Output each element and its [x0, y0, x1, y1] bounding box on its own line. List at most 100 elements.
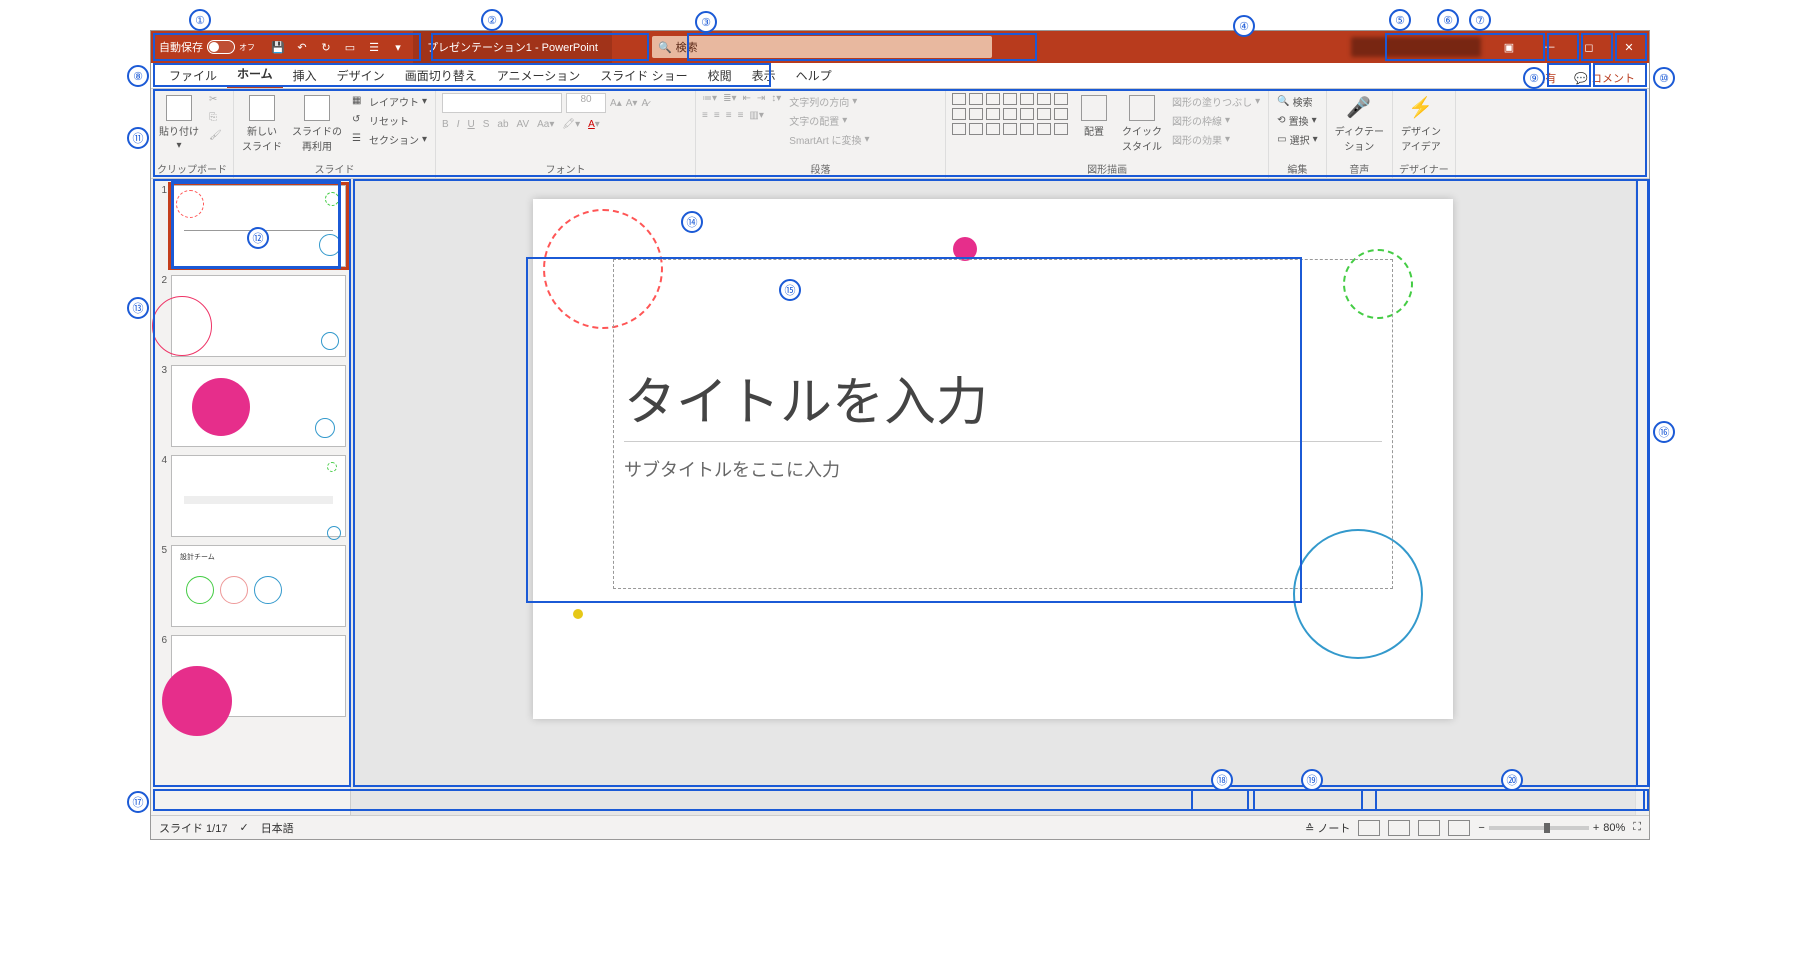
increase-font-icon[interactable]: A▴: [610, 98, 622, 109]
font-family-dropdown[interactable]: [442, 93, 562, 113]
spell-check-icon[interactable]: ✓: [239, 821, 248, 834]
slideshow-view-icon[interactable]: [1448, 820, 1470, 836]
shape-outline-button[interactable]: 図形の枠線 ▾: [1170, 112, 1262, 129]
qat-more-icon[interactable]: ▾: [389, 38, 407, 56]
from-beginning-icon[interactable]: ▭: [341, 38, 359, 56]
align-center-icon[interactable]: ≡: [714, 110, 720, 121]
copy-button[interactable]: ⎘: [207, 111, 225, 127]
normal-view-icon[interactable]: [1358, 820, 1380, 836]
group-font: 80 A▴ A▾ A̷ B I U S ab AV Aa▾ 🖍▾ A▾ フォン: [436, 89, 696, 178]
select-button[interactable]: ▭ 選択 ▾: [1275, 131, 1319, 148]
bold-button[interactable]: B: [442, 119, 449, 130]
format-painter-button[interactable]: 🖌: [207, 129, 225, 145]
reuse-slide-button[interactable]: スライドの 再利用: [290, 93, 344, 155]
italic-button[interactable]: I: [457, 119, 460, 130]
cut-button[interactable]: ✂: [207, 93, 225, 109]
tab-view[interactable]: 表示: [742, 63, 786, 88]
callout-15: ⑮: [779, 279, 801, 301]
touch-mode-icon[interactable]: ☰: [365, 38, 383, 56]
slide-counter[interactable]: スライド 1/17: [159, 820, 227, 836]
shadow-button[interactable]: ab: [497, 119, 508, 130]
text-direction-button[interactable]: 文字列の方向 ▾: [787, 93, 871, 110]
layout-button[interactable]: ▦レイアウト ▾: [350, 93, 429, 110]
zoom-slider[interactable]: − + 80%: [1478, 822, 1625, 834]
autosave-toggle[interactable]: 自動保存 オフ: [151, 39, 263, 55]
smartart-button[interactable]: SmartArt に変換 ▾: [787, 131, 871, 148]
fit-window-icon[interactable]: ⛶: [1633, 821, 1641, 834]
comments-button[interactable]: 💬コメント: [1568, 68, 1641, 88]
vertical-scrollbar[interactable]: [1635, 179, 1649, 815]
title-text[interactable]: タイトルを入力: [624, 360, 1382, 442]
reading-view-icon[interactable]: [1418, 820, 1440, 836]
font-size-dropdown[interactable]: 80: [566, 93, 606, 113]
font-color-button[interactable]: A▾: [588, 119, 600, 130]
notes-button[interactable]: ≙ ノート: [1305, 820, 1350, 836]
thumbnail-5[interactable]: 設計チーム: [171, 545, 346, 627]
thumbnail-6[interactable]: [171, 635, 346, 717]
highlight-button[interactable]: 🖍▾: [562, 119, 580, 130]
group-voice: 🎤ディクテー ション 音声: [1327, 89, 1393, 178]
zoom-out-icon[interactable]: −: [1478, 822, 1484, 834]
shapes-gallery[interactable]: [952, 93, 1068, 135]
user-account[interactable]: [1351, 37, 1481, 57]
close-icon[interactable]: ✕: [1609, 31, 1649, 63]
quick-style-button[interactable]: クイック スタイル: [1120, 93, 1164, 155]
title-placeholder[interactable]: タイトルを入力 サブタイトルをここに入力: [613, 259, 1393, 589]
clear-format-icon[interactable]: A̷: [641, 98, 648, 109]
section-button[interactable]: ☰セクション ▾: [350, 131, 429, 148]
save-icon[interactable]: 💾: [269, 38, 287, 56]
title-bar: 自動保存 オフ 💾 ↶ ↻ ▭ ☰ ▾ プレゼンテーション1 - PowerPo…: [151, 31, 1649, 63]
replace-button[interactable]: ⟲ 置換 ▾: [1275, 112, 1319, 129]
justify-icon[interactable]: ≡: [738, 110, 744, 121]
subtitle-text[interactable]: サブタイトルをここに入力: [624, 456, 1382, 482]
tab-home[interactable]: ホーム: [227, 61, 283, 88]
columns-icon[interactable]: ▥▾: [749, 110, 763, 121]
tab-review[interactable]: 校閲: [698, 63, 742, 88]
indent-inc-icon[interactable]: ⇥: [757, 93, 765, 104]
shape-fill-button[interactable]: 図形の塗りつぶし ▾: [1170, 93, 1262, 110]
indent-dec-icon[interactable]: ⇤: [742, 93, 750, 104]
case-button[interactable]: Aa▾: [537, 119, 554, 130]
underline-button[interactable]: U: [467, 119, 474, 130]
paste-button[interactable]: 貼り付け▾: [157, 93, 201, 153]
arrange-button[interactable]: 配置: [1074, 93, 1114, 140]
ribbon-display-icon[interactable]: ▣: [1489, 31, 1529, 63]
dictate-button[interactable]: 🎤ディクテー ション: [1333, 93, 1386, 155]
spacing-button[interactable]: AV: [517, 119, 530, 130]
text-align-button[interactable]: 文字の配置 ▾: [787, 112, 871, 129]
align-right-icon[interactable]: ≡: [726, 110, 732, 121]
decrease-font-icon[interactable]: A▾: [626, 98, 638, 109]
tab-help[interactable]: ヘルプ: [786, 63, 842, 88]
maximize-icon[interactable]: ◻: [1569, 31, 1609, 63]
thumbnail-2[interactable]: [171, 275, 346, 357]
thumbnail-4[interactable]: [171, 455, 346, 537]
zoom-in-icon[interactable]: +: [1593, 822, 1599, 834]
zoom-value[interactable]: 80%: [1603, 822, 1625, 834]
search-box[interactable]: 🔍 検索: [652, 36, 992, 58]
thumbnail-3[interactable]: [171, 365, 346, 447]
undo-icon[interactable]: ↶: [293, 38, 311, 56]
design-ideas-button[interactable]: ⚡デザイン アイデア: [1399, 93, 1443, 155]
strike-button[interactable]: S: [483, 119, 490, 130]
sorter-view-icon[interactable]: [1388, 820, 1410, 836]
thumbnail-1[interactable]: [171, 185, 346, 267]
language-status[interactable]: 日本語: [261, 820, 294, 836]
search-placeholder: 検索: [676, 39, 698, 55]
tab-design[interactable]: デザイン: [327, 63, 395, 88]
tab-transitions[interactable]: 画面切り替え: [395, 63, 487, 88]
bullets-icon[interactable]: ≔▾: [702, 93, 717, 104]
redo-icon[interactable]: ↻: [317, 38, 335, 56]
tab-slideshow[interactable]: スライド ショー: [590, 63, 697, 88]
find-button[interactable]: 🔍 検索: [1275, 93, 1319, 110]
line-spacing-icon[interactable]: ↕▾: [771, 93, 781, 104]
align-left-icon[interactable]: ≡: [702, 110, 708, 121]
tab-file[interactable]: ファイル: [159, 63, 227, 88]
tab-insert[interactable]: 挿入: [283, 63, 327, 88]
shape-effects-button[interactable]: 図形の効果 ▾: [1170, 131, 1262, 148]
numbering-icon[interactable]: ≣▾: [723, 93, 736, 104]
slide-canvas[interactable]: タイトルを入力 サブタイトルをここに入力: [351, 179, 1635, 815]
tab-animations[interactable]: アニメーション: [487, 63, 591, 88]
minimize-icon[interactable]: —: [1529, 31, 1569, 63]
reset-button[interactable]: ↺リセット: [350, 112, 429, 129]
new-slide-button[interactable]: 新しい スライド: [240, 93, 284, 155]
